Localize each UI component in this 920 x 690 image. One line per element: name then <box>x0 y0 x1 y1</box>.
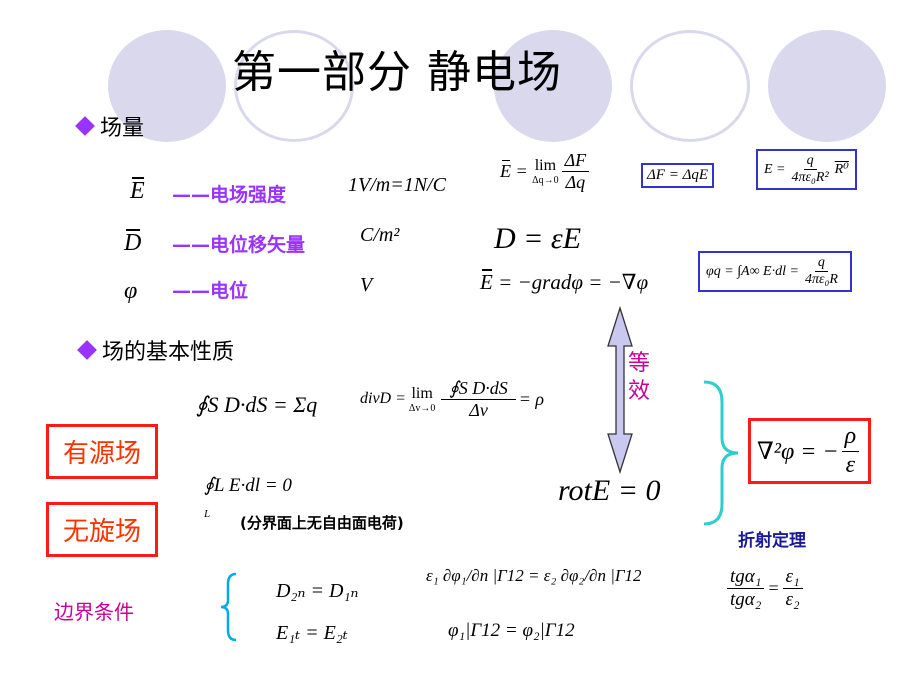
diamond-bullet-icon <box>75 116 95 136</box>
denominator: tgα₂ <box>730 588 762 610</box>
left-brace-icon <box>220 572 237 642</box>
boundary-eq-D: D₂ₙ = D₁ₙ <box>276 580 359 602</box>
boundary-eq-E: E₁ₜ = E₂ₜ <box>276 622 348 644</box>
lhs: divD = <box>360 390 406 408</box>
source-field-box: 有源场 <box>46 424 159 479</box>
fraction-right: ε₁ ε₂ <box>782 566 803 611</box>
fraction: ρε <box>841 423 860 479</box>
limit: lim Δq→0 <box>532 157 558 186</box>
fraction: ∮S D·dS Δv <box>441 378 516 420</box>
equivalent-label: 等 效 <box>628 350 650 406</box>
fraction-left: tgα₁ tgα₂ <box>727 566 765 611</box>
boundary-conditions-label: 边界条件 <box>54 600 134 624</box>
limit: lim Δv→0 <box>409 385 435 414</box>
dash: —— <box>172 184 210 206</box>
formula-box-force: ΔF = ΔqE <box>641 163 715 188</box>
denominator: ε₂ <box>785 588 800 610</box>
equals: = <box>767 577 780 598</box>
lhs: ∇²φ = − <box>757 438 839 465</box>
diamond-bullet-icon <box>77 340 97 360</box>
decor-circle-4 <box>630 30 750 142</box>
refraction-theorem-label: 折射定理 <box>738 531 806 551</box>
equals: = <box>511 160 533 181</box>
dash: —— <box>172 234 210 256</box>
numerator: tgα₁ <box>727 566 765 589</box>
poisson-equation-box: ∇²φ = − ρε <box>748 418 872 485</box>
circulation-subscript: L <box>204 508 211 520</box>
lim-subscript: Δq→0 <box>532 174 559 186</box>
fraction: q 4πε₀R² <box>789 153 832 186</box>
section-label: 场量 <box>100 116 145 141</box>
equivalent-char-2: 效 <box>628 379 651 404</box>
formula-box-coulomb: E = q 4πε₀R² R⁰ <box>756 149 857 191</box>
boundary-eq-potential-derivative: ε₁ ∂φ₁/∂n |Γ12 = ε₂ ∂φ₂/∂n |Γ12 <box>426 566 642 585</box>
formula-E-limit: E = lim Δq→0 ΔF Δq <box>500 150 592 192</box>
formula-box-potential: φq = ∫A∞ E·dl = q 4πε₀R <box>698 251 852 293</box>
symbol-text: D <box>124 229 142 256</box>
lim-text: lim <box>411 384 433 402</box>
unit-vector: R⁰ <box>834 162 849 178</box>
lim-subscript: Δv→0 <box>408 402 436 414</box>
symbol-E: E <box>130 177 145 205</box>
formula-rot: rotE = 0 <box>558 474 661 507</box>
lhs: E = <box>764 161 786 177</box>
denominator: Δq <box>565 171 586 192</box>
name: 电场强度 <box>210 184 287 206</box>
formula-circulation: ∮L E·dl = 0 <box>204 475 292 496</box>
irrotational-field-box: 无旋场 <box>46 502 159 557</box>
formula-D-eps-E: D = εE <box>494 222 582 255</box>
name: 电位移矢量 <box>210 234 306 256</box>
denominator: 4πε₀R <box>804 272 838 288</box>
rhs: = ρ <box>518 388 545 409</box>
fraction: ΔF Δq <box>561 150 590 192</box>
page-title: 第一部分 静电场 <box>232 47 562 98</box>
symbol-phi: φ <box>124 278 138 304</box>
unit-phi: V <box>360 274 373 296</box>
denominator: ε <box>845 451 856 478</box>
numerator: ∮S D·dS <box>441 378 516 400</box>
section-field-quantities: 场量 <box>75 110 145 142</box>
numerator: q <box>814 255 828 273</box>
denominator: 4πε₀R² <box>791 170 829 186</box>
dash: —— <box>172 280 210 302</box>
E-symbol: E <box>500 159 511 181</box>
section-label: 场的基本性质 <box>102 340 235 365</box>
formula-divergence: divD = lim Δv→0 ∮S D·dS Δv = ρ <box>360 378 544 420</box>
symbol-D: D <box>124 229 142 257</box>
boundary-note: (分界面上无自由面电荷) <box>240 514 404 532</box>
unit-D: C/m² <box>360 224 400 246</box>
denominator: Δv <box>469 399 488 420</box>
equivalent-char-1: 等 <box>628 351 651 376</box>
name: 电位 <box>210 280 249 302</box>
quantity-name-E: ——电场强度 <box>172 180 286 207</box>
E-symbol: E <box>480 269 493 294</box>
grad-text: = −gradφ = −∇φ <box>498 270 649 294</box>
unit-E: 1V/m=1N/C <box>348 174 446 196</box>
boundary-eq-potential: φ₁|Γ12 = φ₂|Γ12 <box>448 620 575 641</box>
lim-text: lim <box>534 156 557 174</box>
symbol-text: E <box>130 177 145 204</box>
numerator: ε₁ <box>782 566 803 589</box>
formula-gradient: E = −gradφ = −∇φ <box>480 269 649 295</box>
quantity-name-D: ——电位移矢量 <box>172 230 305 257</box>
section-field-properties: 场的基本性质 <box>77 334 235 366</box>
lhs: φq = ∫A∞ E·dl = <box>706 263 799 279</box>
quantity-name-phi: ——电位 <box>172 276 248 303</box>
numerator: q <box>803 153 817 171</box>
right-brace-icon <box>703 380 739 526</box>
numerator: ΔF <box>561 150 590 172</box>
fraction: q 4πε₀R <box>802 255 841 288</box>
formula-gauss: ∮S D·dS = Σq <box>196 392 318 417</box>
numerator: ρ <box>841 423 860 452</box>
decor-circle-5 <box>768 30 886 142</box>
refraction-formula: tgα₁ tgα₂ = ε₁ ε₂ <box>724 566 806 611</box>
